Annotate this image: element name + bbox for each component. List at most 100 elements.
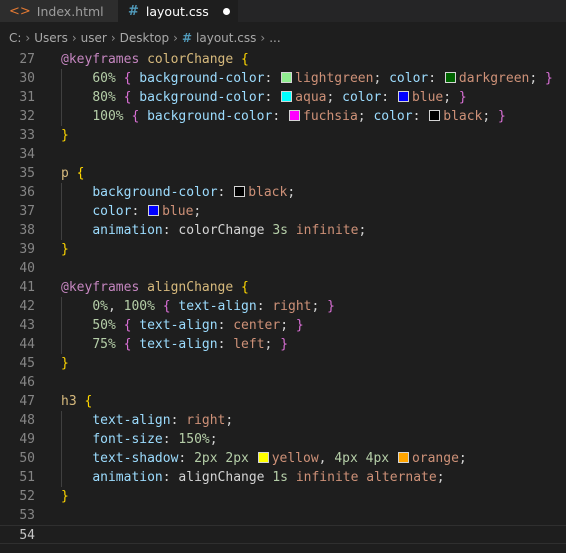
code-token: { [241, 52, 249, 67]
code-token: : [178, 451, 195, 466]
code-token: } [61, 489, 69, 504]
line-number: 38 [19, 223, 35, 238]
code-token: 150% [178, 432, 210, 447]
code-line[interactable]: 39} [0, 240, 566, 259]
color-swatch-icon[interactable] [429, 110, 441, 121]
chevron-right-icon: › [25, 31, 31, 45]
code-line[interactable]: 45} [0, 354, 566, 373]
code-token: blue [411, 90, 444, 105]
code-token: 100% [123, 299, 155, 314]
line-number: 30 [19, 71, 35, 86]
code-line[interactable]: 37 color: blue; [0, 202, 566, 221]
code-line[interactable]: 47 h3 { [0, 392, 566, 411]
color-swatch-icon[interactable] [397, 91, 409, 102]
code-line[interactable]: 48 text-align: right; [0, 411, 566, 430]
code-token: center [233, 318, 281, 333]
breadcrumb-item[interactable]: layout.css [196, 31, 256, 45]
breadcrumb-item[interactable]: Desktop [120, 31, 170, 45]
code-token: : [217, 318, 234, 333]
code-line[interactable]: 53 [0, 506, 566, 525]
code-line[interactable]: 41 @keyframes alignChange { [0, 278, 566, 297]
color-swatch-icon[interactable] [281, 91, 293, 102]
code-line[interactable]: 46 [0, 373, 566, 392]
code-text: font-size: 150%; [61, 430, 217, 449]
code-token: colorChange [139, 52, 242, 67]
code-line[interactable]: 52} [0, 487, 566, 506]
color-swatch-icon[interactable] [444, 72, 456, 83]
code-token: ; [482, 109, 499, 124]
code-line[interactable]: 50 text-shadow: 2px 2px yellow, 4px 4px … [0, 449, 566, 468]
code-line[interactable]: 38 animation: colorChange 3s infinite; [0, 221, 566, 240]
breadcrumb-item[interactable]: ... [269, 31, 280, 45]
code-text: background-color: black; [61, 183, 295, 202]
line-number: 54 [19, 528, 35, 543]
code-token: ; [443, 90, 459, 105]
color-swatch-icon[interactable] [257, 452, 269, 463]
line-number: 41 [19, 280, 35, 295]
code-line[interactable]: 33} [0, 126, 566, 145]
line-number: 34 [19, 147, 35, 162]
tab-index-html[interactable]: <> Index.html [0, 0, 118, 22]
color-swatch-icon[interactable] [234, 186, 246, 197]
code-line[interactable]: 34 [0, 145, 566, 164]
code-line[interactable]: 35 p { [0, 164, 566, 183]
code-token: text-align [178, 299, 257, 314]
code-line[interactable]: 30 60% { background-color: lightgreen; c… [0, 69, 566, 88]
color-swatch-icon[interactable] [397, 452, 409, 463]
breadcrumb-item[interactable]: user [81, 31, 107, 45]
code-line[interactable]: 40 [0, 259, 566, 278]
code-token: { [241, 280, 249, 295]
code-token: right [186, 413, 226, 428]
code-line[interactable]: 54 [0, 525, 566, 544]
line-number: 42 [19, 299, 35, 314]
code-token: } [545, 71, 553, 86]
code-token: } [280, 337, 289, 352]
code-line[interactable]: 32 100% { background-color: fuchsia; col… [0, 107, 566, 126]
code-token: : [264, 71, 281, 86]
color-swatch-icon[interactable] [148, 205, 160, 216]
code-token: infinite alternate [295, 470, 437, 485]
code-editor[interactable]: 27 @keyframes colorChange {30 60% { backg… [0, 50, 566, 553]
code-token: : [264, 90, 281, 105]
code-text: @keyframes colorChange { [61, 50, 249, 69]
code-line[interactable]: 49 font-size: 150%; [0, 430, 566, 449]
color-swatch-icon[interactable] [289, 110, 300, 121]
unsaved-dot-icon[interactable] [222, 7, 230, 15]
code-line[interactable]: 42 0%, 100% { text-align: right; } [0, 297, 566, 316]
code-token: background-color [139, 90, 265, 105]
code-line[interactable]: 43 50% { text-align: center; } [0, 316, 566, 335]
code-token: text-align [139, 337, 218, 352]
breadcrumb-item[interactable]: C: [9, 31, 21, 45]
code-token: ; [280, 318, 296, 333]
code-line[interactable]: 36 background-color: black; [0, 183, 566, 202]
code-token: p [61, 166, 77, 181]
code-token: infinite [295, 223, 359, 238]
code-line[interactable]: 31 80% { background-color: aqua; color: … [0, 88, 566, 107]
line-number: 32 [19, 109, 35, 124]
code-token: ; [225, 413, 234, 428]
code-token: text-align [92, 413, 171, 428]
code-token: : [381, 90, 397, 105]
code-token: left [233, 337, 265, 352]
code-text: } [61, 487, 69, 506]
code-line[interactable]: 44 75% { text-align: left; } [0, 335, 566, 354]
color-swatch-icon[interactable] [281, 72, 293, 83]
code-line[interactable]: 27 @keyframes colorChange { [0, 50, 566, 69]
code-token: : [256, 299, 273, 314]
code-line[interactable]: 51 animation: alignChange 1s infinite al… [0, 468, 566, 487]
code-token: } [295, 318, 304, 333]
code-text: } [61, 354, 69, 373]
code-token: fuchsia [303, 109, 358, 124]
code-token: : [217, 337, 234, 352]
tab-layout-css[interactable]: # layout.css [118, 0, 238, 22]
breadcrumb-item[interactable]: Users [34, 31, 68, 45]
code-token: 4px [365, 451, 390, 466]
code-token: background-color [92, 185, 218, 200]
